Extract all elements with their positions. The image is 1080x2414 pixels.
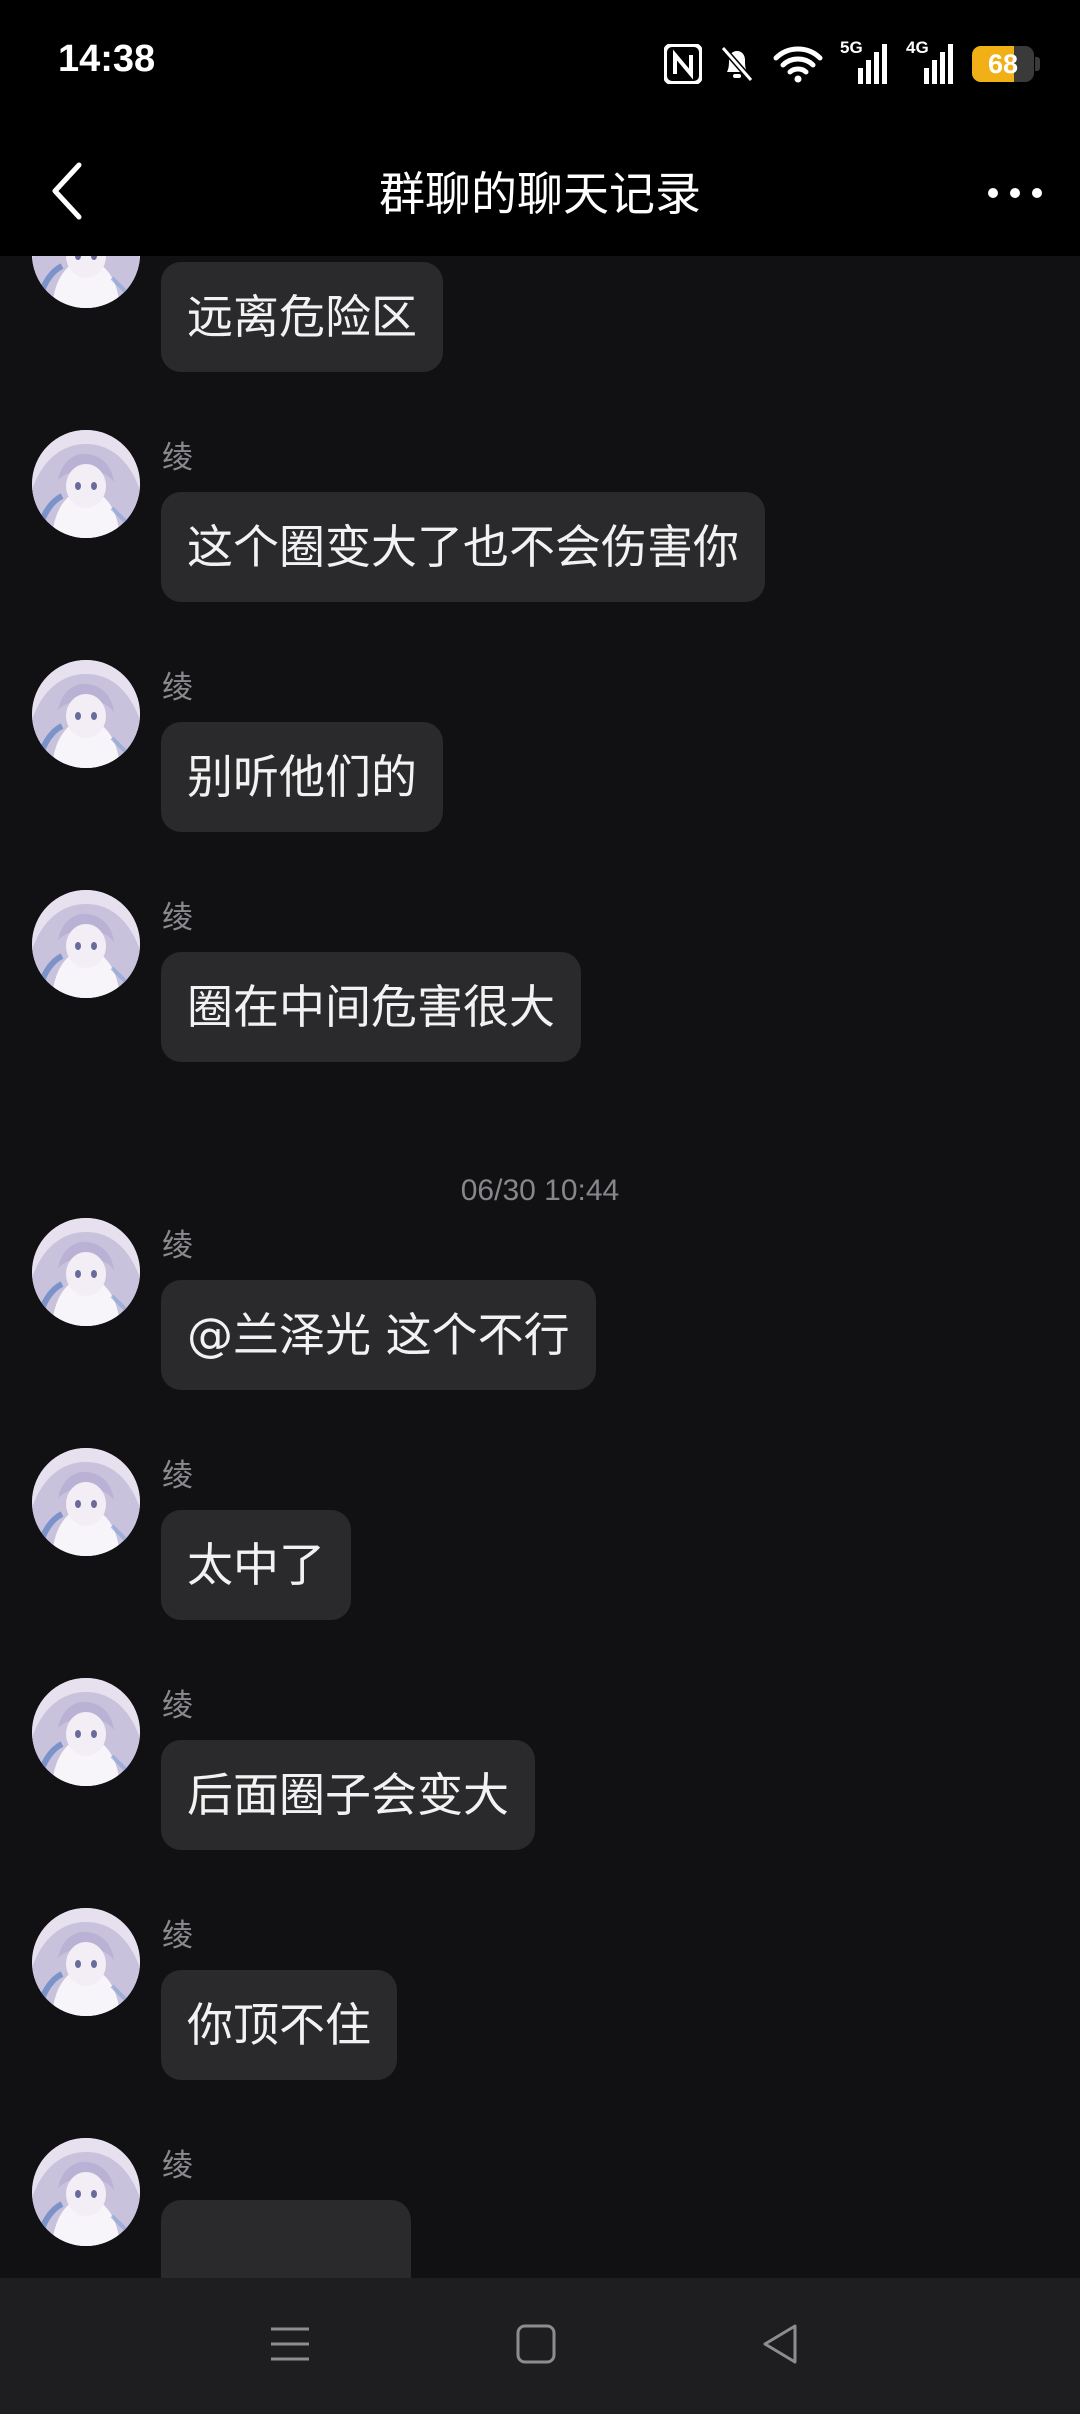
avatar[interactable]	[32, 1448, 140, 1556]
avatar[interactable]	[32, 660, 140, 768]
avatar[interactable]	[32, 2138, 140, 2246]
message-row: 绫	[0, 2138, 1080, 2278]
avatar[interactable]	[32, 1678, 140, 1786]
page-title: 群聊的聊天记录	[379, 167, 701, 221]
system-nav-bar	[0, 2278, 1080, 2414]
avatar[interactable]	[32, 1908, 140, 2016]
chat-history-list[interactable]: 绫远离危险区绫这个圈变大了也不会伤害你绫别听他们的绫圈在中间危害很大绫@兰泽光 …	[0, 256, 1080, 2278]
status-time: 14:38	[58, 38, 156, 80]
battery-body: 68	[972, 46, 1034, 82]
more-button[interactable]	[970, 154, 1060, 232]
avatar[interactable]	[32, 256, 140, 308]
back-nav-button[interactable]	[740, 2306, 820, 2386]
chat-history-screen: 14:38 5G 4G 68 群聊的聊天记录 远离危险区 绫 这个圈变大了也不会…	[0, 0, 1080, 2414]
battery-cap	[1035, 57, 1040, 71]
message-row: 绫别听他们的	[0, 660, 1080, 874]
message-bubble[interactable]: 你顶不住	[161, 1970, 397, 2080]
battery-icon: 68	[972, 46, 1040, 82]
wifi-icon	[772, 44, 824, 84]
home-square-icon	[515, 2323, 557, 2369]
home-button[interactable]	[496, 2306, 576, 2386]
message-bubble[interactable]	[161, 2200, 411, 2278]
status-bar: 14:38 5G 4G 68	[0, 0, 1080, 130]
message-row: 绫这个圈变大了也不会伤害你	[0, 430, 1080, 644]
message-row: 绫 @兰泽光 这个不行	[0, 1218, 1080, 1432]
message-bubble[interactable]: 太中了	[161, 1510, 351, 1620]
more-horizontal-icon	[987, 184, 1043, 203]
avatar[interactable]	[32, 890, 140, 998]
sender-name: 绫	[162, 670, 193, 706]
message-row: 绫太中了	[0, 1448, 1080, 1662]
signal-5g-icon: 5G	[840, 38, 890, 86]
status-icons: 5G 4G 68	[664, 38, 1040, 90]
avatar[interactable]	[32, 430, 140, 538]
signal-4g-icon: 4G	[906, 38, 956, 86]
sender-name: 绫	[162, 2148, 193, 2184]
mute-bell-icon	[718, 44, 756, 84]
message-row: 绫圈在中间危害很大	[0, 890, 1080, 1104]
message-row: 绫远离危险区	[0, 256, 1080, 414]
sender-name: 绫	[162, 1228, 193, 1264]
message-bubble[interactable]: 别听他们的	[161, 722, 443, 832]
message-row: 绫你顶不住	[0, 1908, 1080, 2122]
message-bubble[interactable]: 这个圈变大了也不会伤害你	[161, 492, 765, 602]
avatar[interactable]	[32, 1218, 140, 1326]
nfc-icon	[664, 44, 702, 84]
sender-name: 绫	[162, 1688, 193, 1724]
back-triangle-icon	[759, 2322, 801, 2370]
message-bubble[interactable]: @兰泽光 这个不行	[161, 1280, 596, 1390]
message-bubble[interactable]: 后面圈子会变大	[161, 1740, 535, 1850]
sender-name: 绫	[162, 1458, 193, 1494]
sender-name: 绫	[162, 440, 193, 476]
menu-icon	[268, 2324, 312, 2368]
message-row: 绫后面圈子会变大	[0, 1678, 1080, 1892]
sender-name: 绫	[162, 900, 193, 936]
battery-level: 68	[987, 48, 1019, 79]
menu-button[interactable]	[250, 2306, 330, 2386]
sender-name: 绫	[162, 1918, 193, 1954]
message-bubble[interactable]: 远离危险区	[161, 262, 443, 372]
title-bar: 群聊的聊天记录	[0, 130, 1080, 256]
time-divider: 06/30 10:44	[460, 1174, 620, 1207]
message-bubble[interactable]: 圈在中间危害很大	[161, 952, 581, 1062]
